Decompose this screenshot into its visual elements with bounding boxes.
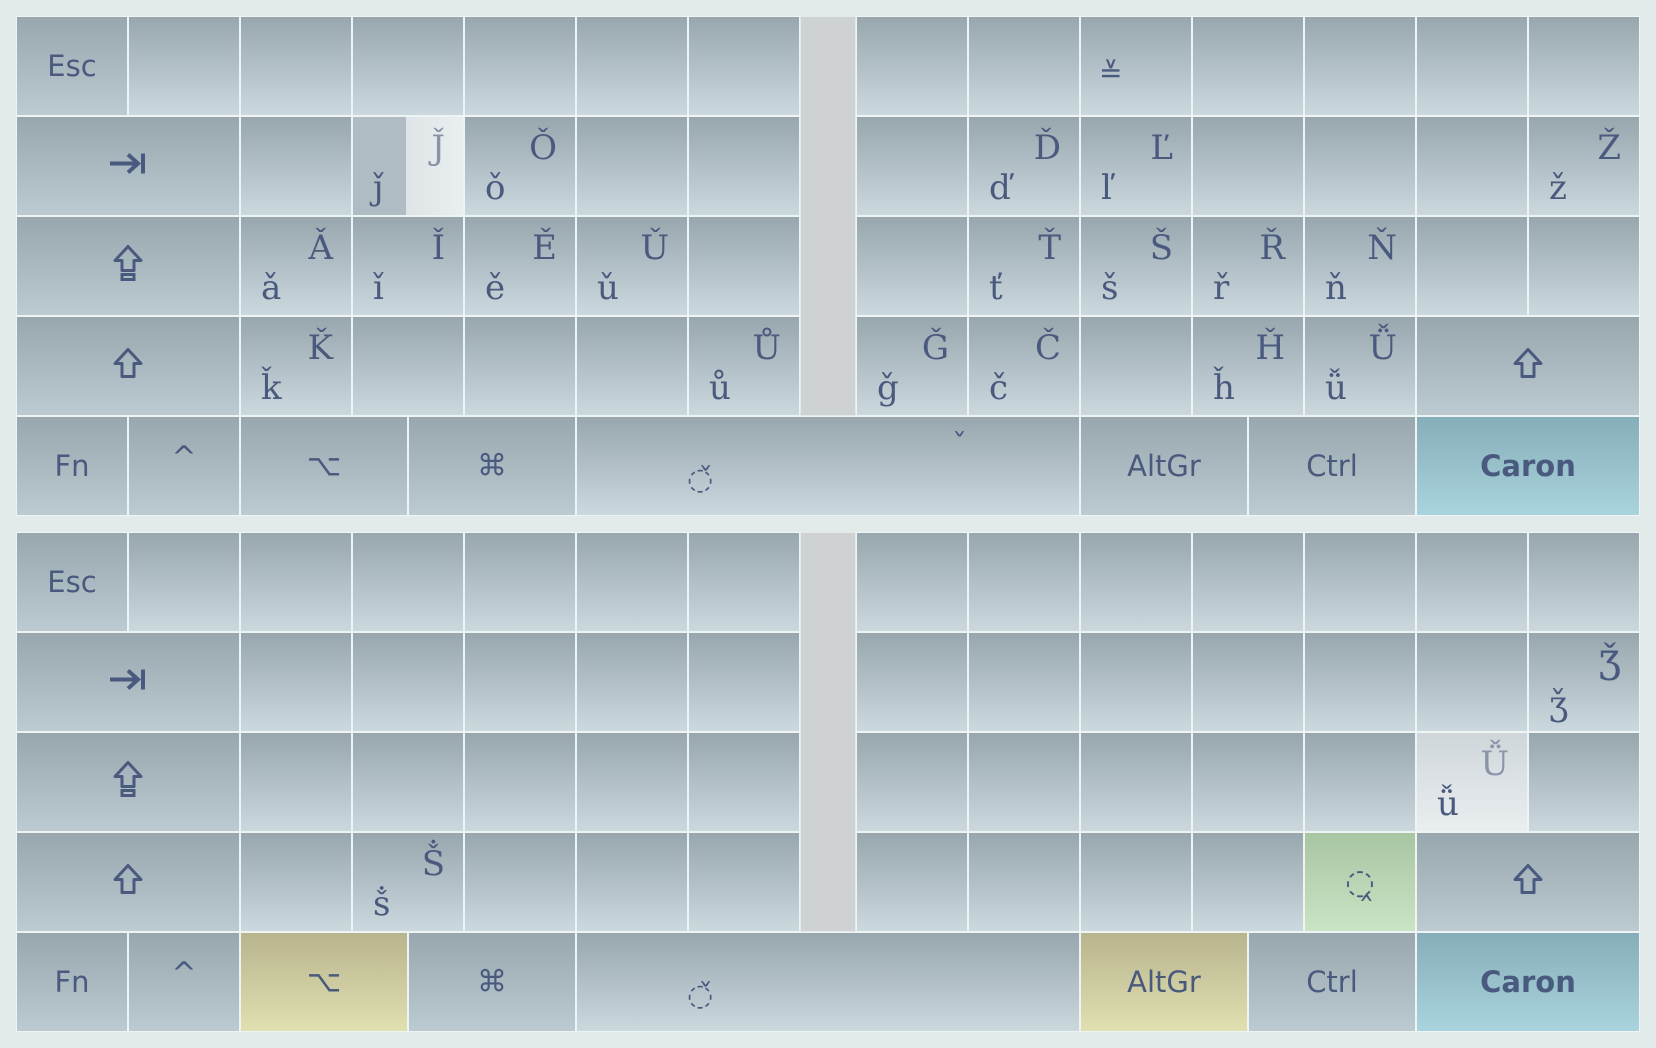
space-dead-mark: ◌̌ [687, 978, 714, 1013]
key[interactable] [1080, 632, 1192, 732]
key[interactable] [576, 732, 688, 832]
key-caps-lock[interactable] [16, 732, 240, 832]
key[interactable] [576, 832, 688, 932]
key-option[interactable]: ⌥ [240, 932, 408, 1032]
option-icon: ⌥ [306, 964, 342, 1000]
key[interactable] [968, 632, 1080, 732]
key[interactable] [968, 532, 1080, 632]
key-tab[interactable] [16, 632, 240, 732]
key-shift-right[interactable] [1416, 832, 1640, 932]
key[interactable] [240, 832, 352, 932]
key[interactable] [968, 732, 1080, 832]
key-u-diaeresis-caron[interactable]: ǚ Ǚ [1416, 732, 1528, 832]
key-label: Ctrl [1306, 965, 1358, 999]
key[interactable] [1080, 732, 1192, 832]
key-upper-char: Ǚ [1480, 744, 1509, 784]
key[interactable] [688, 832, 800, 932]
key[interactable] [1416, 532, 1528, 632]
key[interactable] [464, 632, 576, 732]
key[interactable] [1080, 832, 1192, 932]
key-shift-left[interactable] [16, 832, 240, 932]
key[interactable] [1304, 532, 1416, 632]
key[interactable] [856, 732, 968, 832]
key[interactable] [968, 832, 1080, 932]
key[interactable] [688, 732, 800, 832]
caps-lock-icon [112, 760, 144, 805]
key-caron-layer[interactable]: Caron [1416, 932, 1640, 1032]
key[interactable] [240, 632, 352, 732]
key[interactable] [464, 832, 576, 932]
key[interactable] [352, 732, 464, 832]
key-lower-char: ṧ [373, 884, 391, 924]
key-fn[interactable]: Fn [16, 932, 128, 1032]
key[interactable] [352, 532, 464, 632]
key-ctrl[interactable]: Ctrl [1248, 932, 1416, 1032]
key-s-dot-caron[interactable]: ṧ Ṧ [352, 832, 464, 932]
key[interactable] [1416, 632, 1528, 732]
key[interactable] [464, 732, 576, 832]
key[interactable] [856, 532, 968, 632]
key[interactable] [128, 532, 240, 632]
key-label: Esc [47, 565, 97, 599]
key[interactable] [1192, 832, 1304, 932]
caret-icon: ^ [171, 956, 197, 992]
key[interactable] [1528, 532, 1640, 632]
key-lower-char: ǯ [1549, 684, 1569, 724]
key-altgr[interactable]: AltGr [1080, 932, 1248, 1032]
dead-key-mark: ◌̭ [1345, 862, 1375, 902]
key-command[interactable]: ⌘ [408, 932, 576, 1032]
key[interactable] [240, 732, 352, 832]
key-ezh-caron[interactable]: ǯ Ǯ [1528, 632, 1640, 732]
key-upper-char: Ǯ [1598, 644, 1621, 690]
key[interactable] [352, 632, 464, 732]
key-lower-char: ǚ [1437, 784, 1459, 824]
command-icon: ⌘ [477, 964, 507, 1000]
key[interactable] [576, 632, 688, 732]
split-gap [800, 532, 856, 932]
key[interactable] [1080, 532, 1192, 632]
shift-icon [1512, 863, 1544, 902]
key[interactable] [240, 532, 352, 632]
key[interactable] [1192, 532, 1304, 632]
key-esc[interactable]: Esc [16, 532, 128, 632]
key[interactable] [1304, 632, 1416, 732]
key[interactable] [688, 632, 800, 732]
key[interactable] [1528, 732, 1640, 832]
key-dead-caron-below[interactable]: ◌̭ [1304, 832, 1416, 932]
key[interactable] [856, 832, 968, 932]
key-upper-char: Ṧ [421, 844, 445, 884]
shift-icon [112, 863, 144, 902]
key-label: Caron [1480, 965, 1576, 999]
key-label: Fn [54, 965, 90, 999]
key[interactable] [1192, 632, 1304, 732]
key[interactable] [576, 532, 688, 632]
key[interactable] [464, 532, 576, 632]
key[interactable] [856, 632, 968, 732]
tab-right-icon [108, 667, 148, 698]
key[interactable] [1192, 732, 1304, 832]
key-space[interactable]: ◌̌ [576, 932, 1080, 1032]
key-control-left[interactable]: ^ [128, 932, 240, 1032]
keyboard-bottom: Esc ǯ Ǯ ǚ Ǚ ṧ Ṧ ◌̭ Fn ^ ⌥ ⌘ ◌̌ AltGr Ctr… [0, 0, 1656, 1048]
key-label: AltGr [1127, 965, 1201, 999]
key[interactable] [688, 532, 800, 632]
key[interactable] [1304, 732, 1416, 832]
